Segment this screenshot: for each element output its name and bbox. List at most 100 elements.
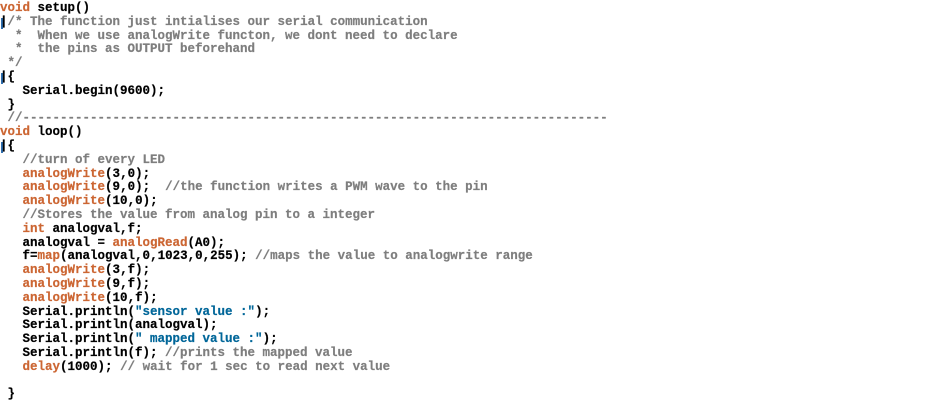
code-line[interactable]: delay(1000); // wait for 1 sec to read n…	[0, 359, 608, 375]
code-token-comment: * When we use analogWrite functon, we do…	[0, 28, 458, 43]
code-token-num: 9	[112, 180, 121, 195]
code-line[interactable]: analogWrite(9,0); //the function writes …	[0, 180, 608, 195]
code-line[interactable]: void setup()	[0, 1, 608, 16]
code-token-plain: }	[0, 387, 16, 402]
code-line[interactable]: |{	[0, 138, 608, 154]
code-token-num: 0	[142, 249, 151, 264]
code-token-plain: );	[255, 304, 271, 319]
code-token-num: 9600	[120, 83, 151, 98]
code-token-plain: |{	[0, 138, 16, 153]
code-token-comment: //Stores the value from analog pin to a …	[0, 207, 376, 222]
code-line[interactable]: |/* The function just intialises our ser…	[0, 14, 608, 30]
code-token-fn: analogWrite	[0, 166, 106, 181]
code-token-fn: analogWrite	[0, 290, 106, 305]
code-token-comment: // wait for 1 sec to read next value	[120, 359, 391, 374]
code-token-plain: ,	[202, 249, 211, 264]
code-line[interactable]: * the pins as OUTPUT beforehand	[0, 42, 608, 57]
code-token-plain: Serial.println(f);	[0, 345, 166, 360]
code-token-plain: ,f);	[127, 290, 158, 305]
code-token-plain: ,	[150, 249, 158, 264]
code-line[interactable]: analogWrite(10,f);	[0, 290, 608, 306]
code-token-num: 0	[127, 166, 136, 181]
code-line[interactable]: analogWrite(9,f);	[0, 276, 608, 292]
code-token-str: "sensor value :"	[135, 304, 256, 319]
code-token-plain: (	[105, 180, 113, 195]
code-line[interactable]: Serial.println("sensor value :");	[0, 304, 608, 320]
code-token-plain: ,	[187, 249, 196, 264]
code-token-plain: (	[105, 166, 113, 181]
code-line[interactable]: analogWrite(3,f);	[0, 263, 608, 278]
code-token-comment: //maps the value to analogwrite range	[255, 249, 533, 264]
code-token-num: 10	[112, 290, 128, 305]
code-token-plain: Serial.println(	[0, 332, 136, 347]
code-token-num: 0	[135, 194, 143, 209]
code-token-plain: (	[60, 359, 68, 374]
code-token-fn: map	[37, 249, 61, 264]
code-token-num: 1000	[67, 359, 98, 374]
code-token-type: void	[0, 1, 31, 15]
code-line[interactable]: int analogval,f;	[0, 221, 608, 237]
code-line[interactable]: }	[0, 387, 608, 402]
code-token-num: 0	[127, 180, 136, 195]
code-line[interactable]: analogWrite(3,0);	[0, 166, 608, 182]
code-token-fn: analogWrite	[0, 180, 106, 195]
code-token-num: 0	[195, 249, 203, 264]
code-line[interactable]: * When we use analogWrite functon, we do…	[0, 28, 608, 44]
code-line[interactable]: Serial.println(" mapped value :");	[0, 332, 608, 347]
code-token-plain: );	[97, 359, 121, 374]
code-line[interactable]: Serial.println(f); //prints the mapped v…	[0, 345, 608, 361]
code-token-plain: }	[0, 97, 16, 112]
code-token-num: 3	[112, 263, 121, 278]
code-token-plain: );	[142, 194, 158, 209]
code-token-num: 1023	[157, 249, 188, 264]
code-editor[interactable]: void setup() |/* The function just intial…	[0, 0, 939, 412]
code-token-comment: /* The function just intialises our seri…	[7, 14, 428, 29]
code-token-plain: );	[232, 249, 256, 264]
code-token-num: 255	[210, 249, 233, 264]
code-token-plain: setup()	[30, 1, 91, 15]
code-line[interactable]: f=map(analogval,0,1023,0,255); //maps th…	[0, 249, 608, 264]
code-token-fn: analogWrite	[0, 263, 106, 278]
code-token-plain: (	[105, 290, 113, 305]
code-line[interactable]: */	[0, 56, 608, 71]
code-token-comment: //prints the mapped value	[165, 345, 353, 360]
code-line[interactable]: //--------------------------------------…	[0, 111, 608, 126]
code-token-plain: (A0);	[187, 235, 226, 250]
code-token-fn: analogRead	[112, 235, 188, 250]
code-token-plain: loop()	[30, 125, 83, 140]
code-token-type: int	[0, 221, 46, 236]
code-token-plain: );	[150, 83, 166, 98]
code-line[interactable]: Serial.begin(9600);	[0, 83, 608, 99]
code-line[interactable]: |{	[0, 69, 608, 85]
code-token-type: void	[0, 125, 31, 140]
code-token-plain: );	[135, 166, 151, 181]
code-token-comment: * the pins as OUTPUT beforehand	[0, 42, 256, 57]
code-token-num: 3	[112, 166, 121, 181]
code-line[interactable]: void loop()	[0, 125, 608, 140]
code-token-plain: |{	[0, 69, 16, 84]
code-token-comment: //--------------------------------------…	[0, 111, 608, 126]
code-token-plain: |	[0, 14, 8, 29]
code-token-plain: ,f);	[120, 276, 151, 291]
code-token-plain: (	[105, 194, 113, 209]
code-token-plain: Serial.println(	[0, 304, 136, 319]
code-line[interactable]: //Stores the value from analog pin to a …	[0, 207, 608, 223]
code-line[interactable]: analogval = analogRead(A0);	[0, 235, 608, 251]
code-token-fn: analogWrite	[0, 194, 106, 209]
code-token-plain: Serial.println(analogval);	[0, 318, 218, 333]
code-token-plain: ,	[127, 194, 136, 209]
code-text[interactable]: void setup() |/* The function just intial…	[0, 1, 608, 402]
code-token-plain: (	[105, 276, 113, 291]
code-line[interactable]: Serial.println(analogval);	[0, 318, 608, 333]
code-token-str: " mapped value :"	[135, 332, 263, 347]
code-line[interactable]	[0, 375, 608, 389]
code-token-plain: );	[262, 332, 278, 347]
code-line[interactable]: //turn of every LED	[0, 153, 608, 168]
code-token-comment: //the function writes a PWM wave to the …	[165, 180, 488, 195]
code-token-plain: f=	[0, 249, 38, 264]
code-token-comment: */	[0, 56, 23, 71]
code-token-plain: analogval,f;	[45, 221, 143, 236]
code-token-fn: analogWrite	[0, 276, 106, 291]
code-line[interactable]: }	[0, 97, 608, 113]
code-line[interactable]: analogWrite(10,0);	[0, 194, 608, 209]
